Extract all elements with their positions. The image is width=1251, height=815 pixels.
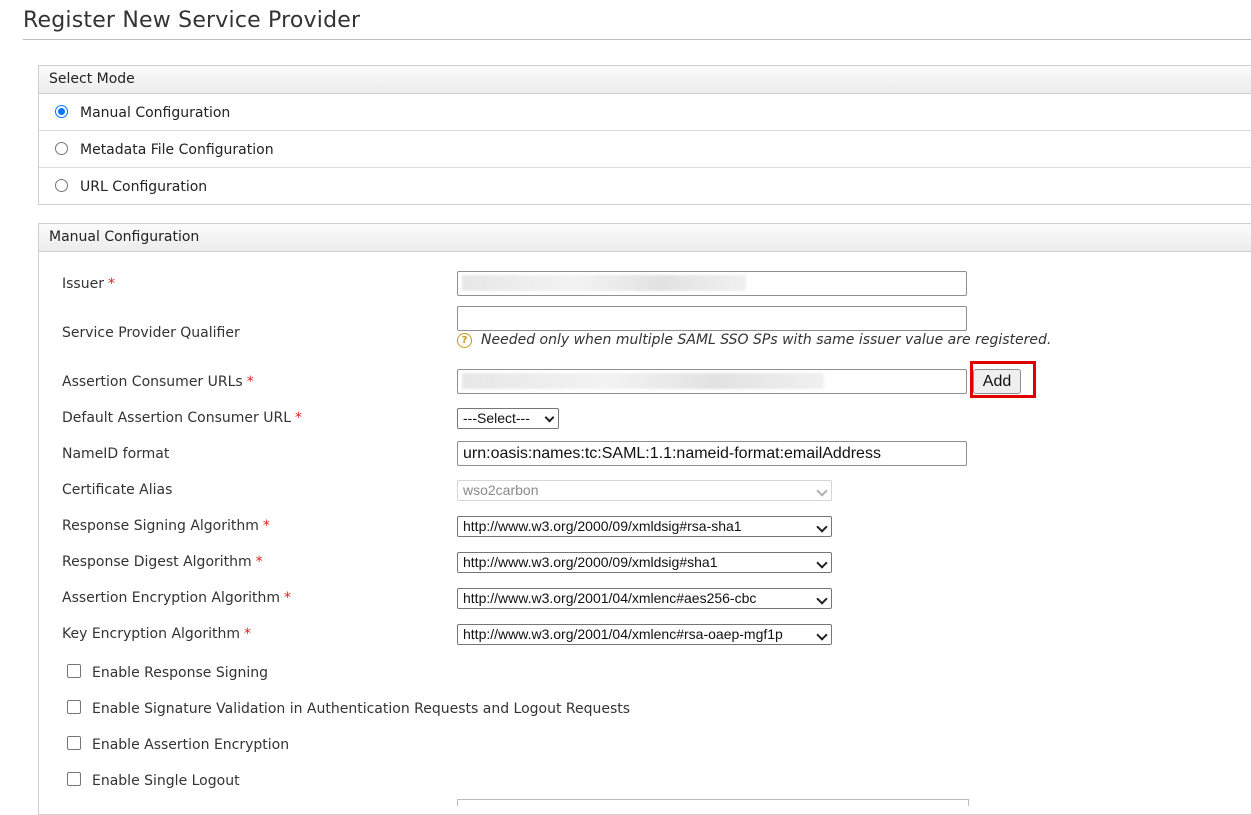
manual-config-label[interactable]: Manual Configuration xyxy=(80,105,230,121)
response-digest-select[interactable]: http://www.w3.org/2000/09/xmldsig#sha1 xyxy=(457,552,832,573)
chevron-down-icon xyxy=(816,593,828,605)
required-marker: * xyxy=(255,554,263,570)
sp-qualifier-input[interactable] xyxy=(457,306,967,331)
partial-input-field[interactable] xyxy=(457,799,969,806)
sp-qualifier-label: Service Provider Qualifier xyxy=(62,325,240,341)
required-marker: * xyxy=(107,276,115,292)
required-marker: * xyxy=(244,626,252,642)
manual-config-radio[interactable] xyxy=(55,105,68,118)
metadata-config-radio[interactable] xyxy=(55,142,68,155)
enable-signature-validation-checkbox[interactable] xyxy=(67,700,81,714)
enable-response-signing-checkbox[interactable] xyxy=(67,664,81,678)
required-marker: * xyxy=(295,410,303,426)
required-marker: * xyxy=(283,590,291,606)
chevron-down-icon xyxy=(816,629,828,641)
assertion-encryption-select[interactable]: http://www.w3.org/2001/04/xmlenc#aes256-… xyxy=(457,588,832,609)
url-config-label[interactable]: URL Configuration xyxy=(80,179,207,195)
select-mode-panel: Select Mode Manual Configuration Metadat… xyxy=(38,65,1251,205)
acs-url-input[interactable] xyxy=(457,369,967,394)
enable-single-logout-label[interactable]: Enable Single Logout xyxy=(92,773,240,789)
select-mode-header: Select Mode xyxy=(39,66,1251,94)
issuer-label: Issuer * xyxy=(62,276,115,292)
url-config-radio[interactable] xyxy=(55,179,68,192)
cert-alias-label: Certificate Alias xyxy=(62,482,173,498)
issuer-input[interactable] xyxy=(457,271,967,296)
default-acs-label: Default Assertion Consumer URL * xyxy=(62,410,303,426)
required-marker: * xyxy=(246,374,254,390)
enable-assertion-encryption-label[interactable]: Enable Assertion Encryption xyxy=(92,737,289,753)
enable-single-logout-checkbox[interactable] xyxy=(67,772,81,786)
mode-option-url[interactable]: URL Configuration xyxy=(39,168,1251,204)
chevron-down-icon xyxy=(544,412,555,423)
enable-response-signing-label[interactable]: Enable Response Signing xyxy=(92,665,268,681)
chevron-down-icon xyxy=(816,485,828,497)
help-icon: ? xyxy=(457,333,472,348)
chevron-down-icon xyxy=(816,521,828,533)
response-signing-label: Response Signing Algorithm * xyxy=(62,518,270,534)
mode-option-metadata[interactable]: Metadata File Configuration xyxy=(39,131,1251,168)
default-acs-select[interactable]: ---Select--- xyxy=(457,408,559,429)
response-signing-select[interactable]: http://www.w3.org/2000/09/xmldsig#rsa-sh… xyxy=(457,516,832,537)
response-digest-label: Response Digest Algorithm * xyxy=(62,554,263,570)
add-acs-url-button[interactable]: Add xyxy=(973,369,1021,394)
enable-assertion-encryption-checkbox[interactable] xyxy=(67,736,81,750)
enable-signature-validation-label[interactable]: Enable Signature Validation in Authentic… xyxy=(92,701,630,717)
manual-config-header: Manual Configuration xyxy=(39,224,1251,252)
metadata-config-label[interactable]: Metadata File Configuration xyxy=(80,142,274,158)
required-marker: * xyxy=(262,518,270,534)
nameid-format-input[interactable] xyxy=(457,441,967,466)
sp-qualifier-hint: ? Needed only when multiple SAML SSO SPs … xyxy=(457,332,1051,348)
acs-urls-label: Assertion Consumer URLs * xyxy=(62,374,254,390)
cert-alias-select: wso2carbon xyxy=(457,480,832,501)
key-encryption-label: Key Encryption Algorithm * xyxy=(62,626,252,642)
chevron-down-icon xyxy=(816,557,828,569)
redacted-value xyxy=(462,373,824,389)
title-divider xyxy=(23,39,1251,40)
assertion-encryption-label: Assertion Encryption Algorithm * xyxy=(62,590,291,606)
page-title: Register New Service Provider xyxy=(23,8,361,33)
key-encryption-select[interactable]: http://www.w3.org/2001/04/xmlenc#rsa-oae… xyxy=(457,624,832,645)
mode-option-manual[interactable]: Manual Configuration xyxy=(39,94,1251,131)
nameid-format-label: NameID format xyxy=(62,446,170,462)
redacted-value xyxy=(462,275,746,291)
